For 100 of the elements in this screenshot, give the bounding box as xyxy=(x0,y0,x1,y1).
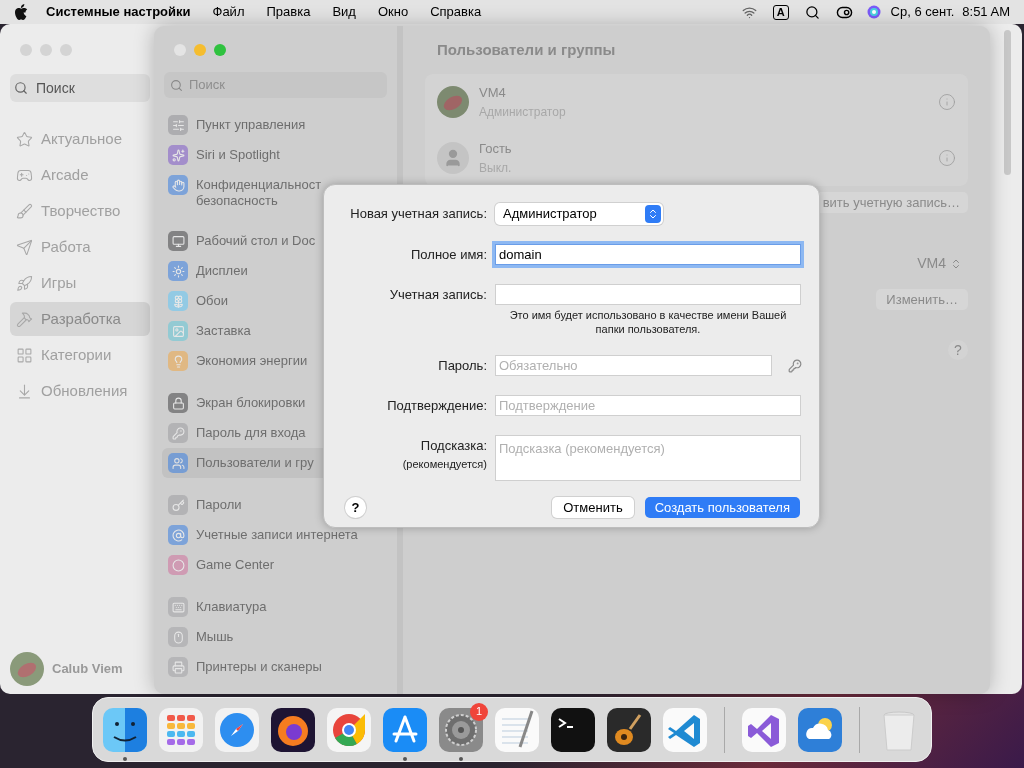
window-title: Пользователи и группы xyxy=(437,39,616,60)
sidebar-label: Пароли xyxy=(196,496,242,513)
menu-date[interactable]: Ср, 6 сент. xyxy=(890,2,955,22)
field-label: Пароль: xyxy=(438,357,487,375)
menu-item[interactable]: Окно xyxy=(377,2,409,22)
search-icon[interactable] xyxy=(804,4,820,20)
wifi-icon[interactable] xyxy=(741,4,757,20)
edit-button[interactable]: Изменить… xyxy=(876,289,968,310)
nav-item[interactable]: Arcade xyxy=(10,158,150,192)
account-name[interactable]: Calub Viem xyxy=(52,659,123,679)
at-sign-icon xyxy=(168,525,188,545)
download-icon xyxy=(16,382,33,400)
cloud-sun-icon[interactable] xyxy=(797,706,843,753)
menu-item[interactable]: Правка xyxy=(266,2,311,22)
sidebar-label: Клавиатура xyxy=(196,598,267,615)
mouse-icon xyxy=(168,627,188,647)
nav-item[interactable]: Категории xyxy=(10,338,150,372)
sidebar-item[interactable]: Siri и Spotlight xyxy=(162,140,389,170)
create-user-button[interactable]: Создать пользователя xyxy=(644,497,800,518)
sun-icon xyxy=(168,261,188,281)
nav-item[interactable]: Творчество xyxy=(10,194,150,228)
terminal-icon[interactable] xyxy=(550,706,596,753)
password-field[interactable]: Обязательно xyxy=(495,355,772,376)
sidebar-label: Пароль для входа xyxy=(196,424,306,441)
guitar-icon[interactable] xyxy=(606,706,652,753)
search-icon xyxy=(170,78,183,92)
sidebar-item[interactable]: Клавиатура xyxy=(162,592,389,622)
rocket-icon xyxy=(16,274,33,292)
sidebar-item[interactable]: Пункт управления xyxy=(162,110,389,140)
avatar xyxy=(437,86,469,118)
nav-item[interactable]: Игры xyxy=(10,266,150,300)
search-field[interactable]: Поиск xyxy=(10,74,150,102)
sidebar-item[interactable]: Принтеры и сканеры xyxy=(162,652,389,682)
sidebar-label: Дисплеи xyxy=(196,262,248,279)
input-source-indicator[interactable]: A xyxy=(772,4,789,20)
monitor-icon xyxy=(168,231,188,251)
apple-logo-icon[interactable] xyxy=(14,4,28,20)
field-label: Полное имя: xyxy=(411,246,487,264)
nav-item[interactable]: Актуальное xyxy=(10,122,150,156)
nav-item[interactable]: Работа xyxy=(10,230,150,264)
hand-icon xyxy=(168,175,188,195)
sidebar-label: Мышь xyxy=(196,628,234,645)
star-icon xyxy=(16,130,33,148)
user-name: Гость xyxy=(479,140,513,159)
orb-icon[interactable] xyxy=(866,5,881,19)
search-field[interactable]: Поиск xyxy=(164,72,387,98)
brush-icon xyxy=(16,202,33,220)
field-label: Подсказка: xyxy=(420,437,487,455)
app-menu[interactable]: Системные настройки xyxy=(46,2,191,22)
notepad-icon[interactable] xyxy=(494,706,540,753)
key-icon[interactable] xyxy=(788,359,802,373)
help-button[interactable]: ? xyxy=(345,497,366,518)
printer-icon xyxy=(168,657,188,677)
avatar[interactable] xyxy=(10,652,44,686)
menu-item[interactable]: Файл xyxy=(212,2,245,22)
ribbon-icon[interactable] xyxy=(662,706,708,753)
picture-frame-icon xyxy=(168,321,188,341)
key-icon xyxy=(168,495,188,515)
sidebar-label: Siri и Spotlight xyxy=(196,146,280,163)
users-icon xyxy=(168,453,188,473)
gear-icon[interactable] xyxy=(438,706,484,753)
sidebar-label: Экран блокировки xyxy=(196,394,306,411)
sidebar-item[interactable]: Учетные записи интернета xyxy=(162,520,389,550)
compass-icon[interactable] xyxy=(214,706,260,753)
hint-field[interactable]: Подсказка (рекомендуется) xyxy=(495,435,801,481)
sidebar-label: Экономия энергии xyxy=(196,352,308,369)
lock-icon xyxy=(168,393,188,413)
text-field[interactable] xyxy=(495,284,801,305)
stepper-icon xyxy=(950,257,962,270)
hammer-icon xyxy=(16,310,33,328)
sidebar-label: Учетные записи интернета xyxy=(196,526,358,543)
auto-login-dropdown[interactable]: VM4 xyxy=(917,253,962,274)
field-label: Учетная запись: xyxy=(389,286,487,304)
flower-icon xyxy=(168,291,188,311)
sidebar-label: Пункт управления xyxy=(196,116,306,133)
nav-item[interactable]: Обновления xyxy=(10,374,150,408)
grid-icon xyxy=(16,346,33,364)
user-name: VM4 xyxy=(479,84,507,103)
cancel-button[interactable]: Отменить xyxy=(552,497,634,518)
ribbon-icon[interactable] xyxy=(741,706,787,753)
account-type-dropdown[interactable]: Администратор xyxy=(495,203,663,225)
sidebar-item[interactable]: Game Center xyxy=(162,550,389,580)
menu-time[interactable]: 8:51 AM xyxy=(962,2,1010,22)
help-button[interactable]: ? xyxy=(948,340,968,360)
text-field[interactable]: domain xyxy=(495,244,801,265)
paper-plane-icon xyxy=(16,238,33,256)
search-icon xyxy=(14,81,28,95)
letter-a-icon[interactable] xyxy=(382,706,428,753)
menu-item[interactable]: Справка xyxy=(430,2,482,22)
field-label: Подтверждение: xyxy=(387,397,487,415)
sidebar-item[interactable]: Мышь xyxy=(162,622,389,652)
nav-item[interactable]: Разработка xyxy=(10,302,150,336)
lightbulb-icon xyxy=(168,351,188,371)
menu-item[interactable]: Вид xyxy=(332,2,356,22)
sidebar-label: Game Center xyxy=(196,556,275,573)
sidebar-label: Заставка xyxy=(196,322,251,339)
smiling-face-icon[interactable] xyxy=(102,706,148,753)
text-field[interactable]: Подтверждение xyxy=(495,395,801,416)
scrollbar[interactable] xyxy=(1003,30,1011,175)
app-grid-icon[interactable] xyxy=(158,706,204,753)
